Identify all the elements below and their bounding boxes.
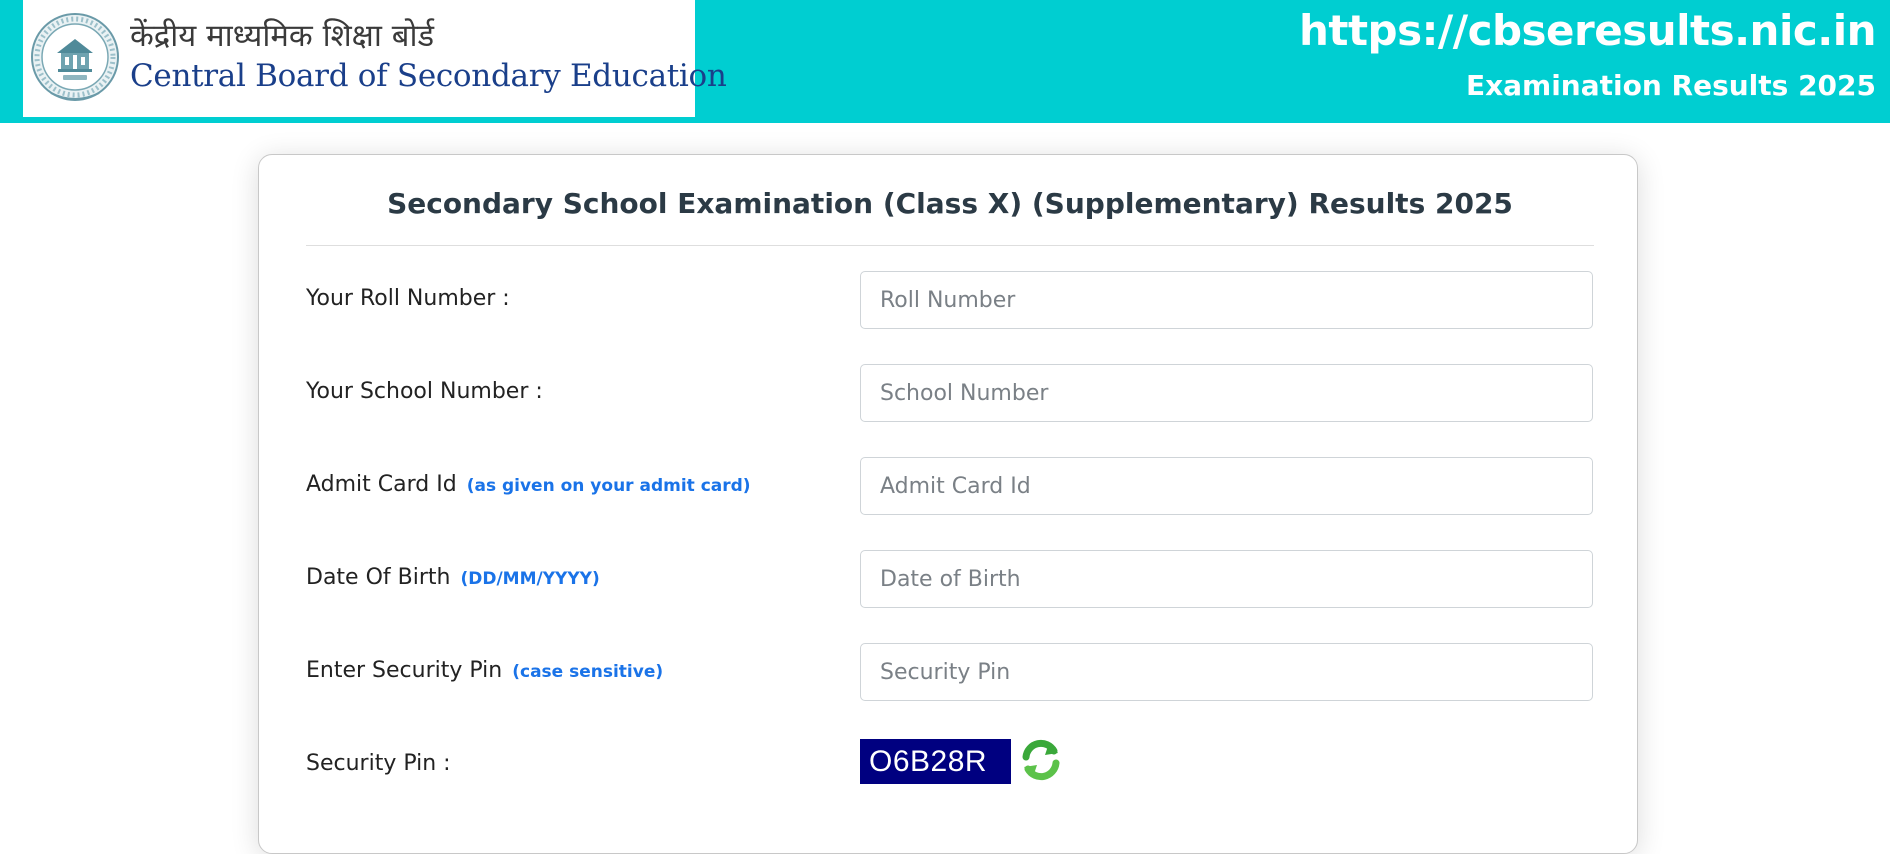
results-login-card: Secondary School Examination (Class X) (… [258, 154, 1638, 854]
title-divider [306, 245, 1594, 246]
roll-number-label-text: Your Roll Number : [306, 286, 510, 311]
dob-label: Date Of Birth (DD/MM/YYYY) [306, 565, 600, 590]
roll-number-input[interactable] [860, 271, 1593, 329]
cbse-seal-icon [31, 13, 119, 101]
admit-card-label: Admit Card Id (as given on your admit ca… [306, 472, 751, 497]
security-pin-hint: (case sensitive) [512, 662, 664, 682]
school-number-input[interactable] [860, 364, 1593, 422]
security-pin-input[interactable] [860, 643, 1593, 701]
site-url: https://cbseresults.nic.in [1298, 6, 1877, 55]
admit-card-label-text: Admit Card Id [306, 472, 457, 497]
refresh-icon[interactable] [1016, 735, 1066, 785]
security-pin-entry-label: Enter Security Pin (case sensitive) [306, 658, 663, 683]
site-subtitle: Examination Results 2025 [1465, 69, 1876, 102]
board-name-hindi: केंद्रीय माध्यमिक शिक्षा बोर्ड [130, 18, 435, 54]
admit-card-hint: (as given on your admit card) [466, 476, 751, 496]
admit-card-input[interactable] [860, 457, 1593, 515]
school-number-label-text: Your School Number : [306, 379, 543, 404]
dob-input[interactable] [860, 550, 1593, 608]
security-pin-label: Security Pin : [306, 751, 451, 776]
site-header: केंद्रीय माध्यमिक शिक्षा बोर्ड Central B… [0, 0, 1890, 123]
board-name-english: Central Board of Secondary Education [130, 58, 727, 94]
school-number-label: Your School Number : [306, 379, 543, 404]
form-title: Secondary School Examination (Class X) (… [387, 187, 1513, 220]
dob-hint: (DD/MM/YYYY) [460, 569, 600, 589]
captcha-image: O6B28R [860, 739, 1011, 784]
roll-number-label: Your Roll Number : [306, 286, 510, 311]
security-pin-entry-label-text: Enter Security Pin [306, 658, 503, 683]
cbse-logo-banner: केंद्रीय माध्यमिक शिक्षा बोर्ड Central B… [23, 0, 727, 117]
dob-label-text: Date Of Birth [306, 565, 451, 590]
